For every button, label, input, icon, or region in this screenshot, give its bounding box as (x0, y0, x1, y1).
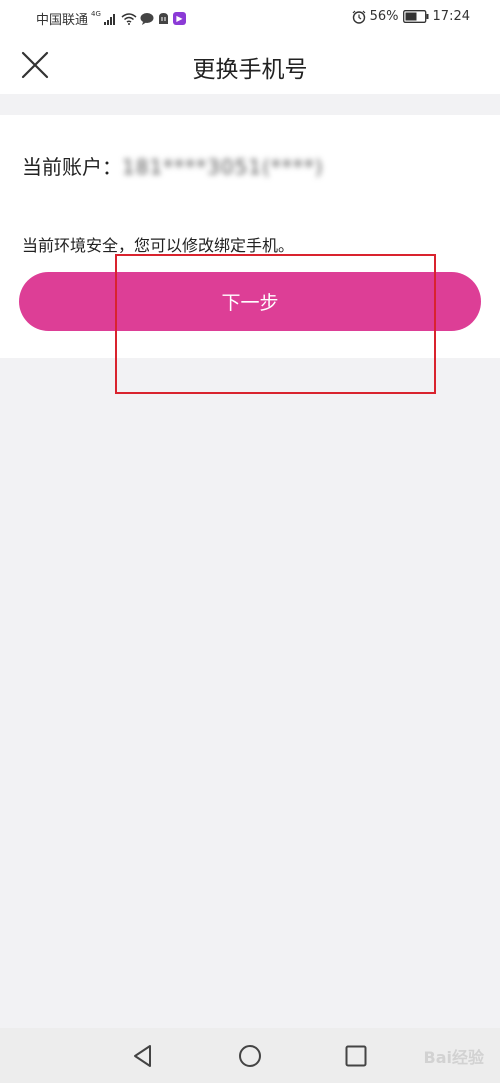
status-left: 中国联通 4G ▶ (36, 9, 186, 28)
home-circle-icon (239, 1045, 261, 1067)
clock-time: 17:24 (432, 9, 470, 24)
baidu-watermark: Bai经验 (423, 1048, 484, 1067)
page-title: 更换手机号 (192, 57, 308, 83)
back-triangle-icon (134, 1045, 151, 1067)
battery-icon (402, 10, 429, 23)
back-button[interactable] (128, 1041, 158, 1071)
page-header: 更换手机号 (0, 34, 500, 94)
wifi-icon (121, 12, 137, 25)
account-line: 当前账户：181****3051(****) (22, 151, 324, 180)
status-right: 56% 17:24 (352, 9, 470, 24)
recents-square-icon (345, 1045, 367, 1067)
recents-button[interactable] (341, 1041, 371, 1071)
security-message: 当前环境安全，您可以修改绑定手机。 (22, 236, 295, 255)
carrier-label: 中国联通 (36, 13, 89, 28)
battery-percent: 56% (369, 9, 399, 24)
signal-icon (103, 13, 115, 25)
alarm-icon (352, 10, 366, 24)
chat-icon (140, 13, 154, 25)
next-step-button[interactable]: 下一步 (19, 272, 481, 331)
status-bar: 中国联通 4G ▶ 56% 17:24 (0, 0, 500, 34)
account-label: 当前账户： (22, 155, 122, 179)
network-type-label: 4G (91, 9, 101, 18)
content-card: 当前账户：181****3051(****) 当前环境安全，您可以修改绑定手机。… (0, 115, 500, 358)
account-value: 181****3051(****) (122, 155, 324, 179)
system-nav-bar: Bai经验 (0, 1028, 500, 1083)
home-button[interactable] (235, 1041, 265, 1071)
glove-icon (158, 13, 168, 24)
play-app-icon: ▶ (172, 12, 186, 25)
